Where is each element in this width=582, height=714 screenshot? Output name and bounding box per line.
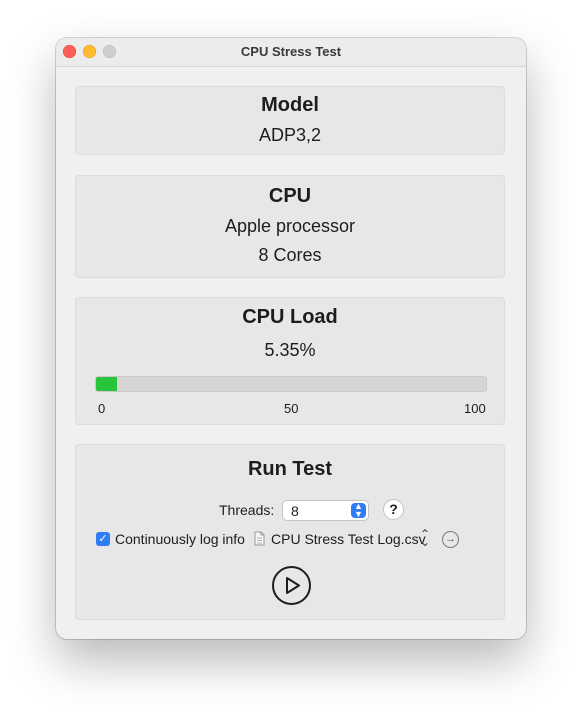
cpu-name: Apple processor bbox=[224, 216, 356, 236]
cpu-load-bar bbox=[95, 376, 487, 392]
reveal-arrow-icon[interactable]: → bbox=[442, 531, 459, 548]
start-test-button[interactable] bbox=[272, 566, 311, 605]
cpu-load-title: CPU Load bbox=[242, 306, 338, 328]
cpu-load-bar-fill bbox=[96, 377, 117, 391]
log-file-popup[interactable]: CPU Stress Test Log.csv bbox=[271, 531, 426, 547]
threads-select-value: 8 bbox=[291, 503, 299, 519]
select-chevron-icon: ▲ ▼ bbox=[351, 502, 366, 518]
cpu-load-value: 5.35% bbox=[264, 340, 316, 360]
threads-select[interactable]: 8 ▲ ▼ bbox=[282, 500, 369, 521]
log-checkbox[interactable]: ✓ bbox=[96, 532, 110, 546]
tick-label-max: 100 bbox=[464, 401, 486, 416]
tick-label-min: 0 bbox=[98, 401, 106, 416]
app-window: CPU Stress Test Model ADP3,2 CPU Apple p… bbox=[56, 38, 526, 639]
title-bar[interactable]: CPU Stress Test bbox=[56, 38, 526, 67]
model-panel: Model ADP3,2 bbox=[75, 86, 505, 155]
run-test-title: Run Test bbox=[247, 458, 333, 480]
window-title: CPU Stress Test bbox=[240, 44, 342, 59]
cpu-load-panel: CPU Load 5.35% 0 50 100 bbox=[75, 297, 505, 425]
run-test-panel: Run Test Threads: 8 ▲ ▼ ? ✓ Continuously … bbox=[75, 444, 505, 620]
file-icon bbox=[254, 531, 265, 546]
model-title: Model bbox=[261, 94, 319, 116]
cpu-panel: CPU Apple processor 8 Cores bbox=[75, 175, 505, 278]
play-icon bbox=[286, 577, 300, 594]
updown-chevron-icon[interactable]: ⌃ ⌄ bbox=[420, 528, 430, 548]
model-value: ADP3,2 bbox=[258, 125, 322, 145]
help-button[interactable]: ? bbox=[383, 499, 404, 520]
log-checkbox-label[interactable]: Continuously log info bbox=[115, 531, 245, 547]
tick-label-mid: 50 bbox=[284, 401, 299, 416]
threads-label: Threads: bbox=[219, 502, 275, 518]
cpu-cores: 8 Cores bbox=[258, 245, 322, 265]
cpu-title: CPU bbox=[268, 185, 312, 207]
